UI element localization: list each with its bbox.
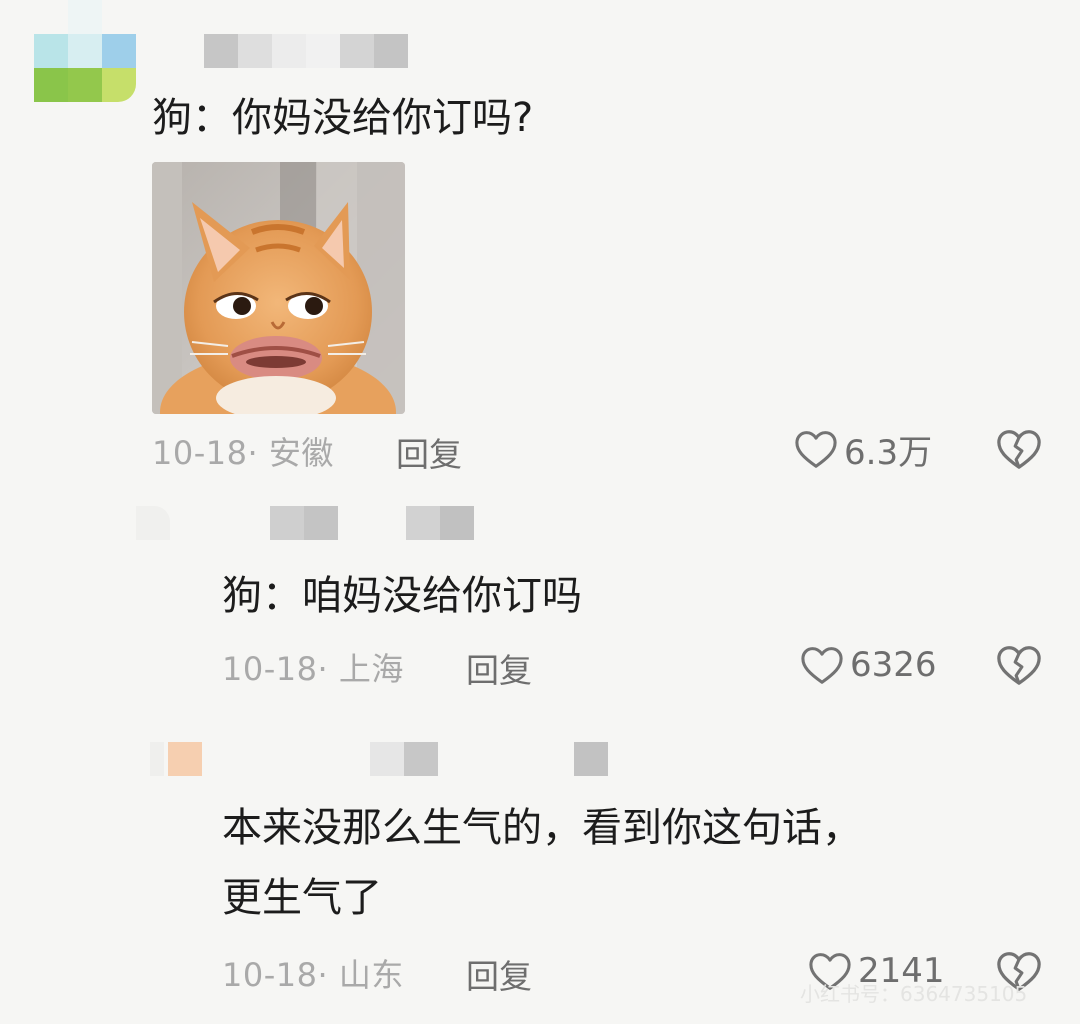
reply-button[interactable]: 回复 <box>466 950 532 998</box>
broken-heart-icon[interactable] <box>996 642 1042 688</box>
like-count: 6.3万 <box>844 432 933 473</box>
username[interactable] <box>204 34 408 68</box>
heart-outline-icon <box>801 647 843 684</box>
reply-button[interactable]: 回复 <box>466 644 532 692</box>
comment-text-line-2: 更生气了 <box>222 875 382 921</box>
avatar[interactable] <box>150 742 202 776</box>
comment-meta: 10-18· 安徽 <box>152 434 334 472</box>
username[interactable] <box>370 742 608 776</box>
heart-outline-icon <box>795 431 837 468</box>
like-button[interactable]: 6.3万 <box>794 426 933 473</box>
avatar[interactable] <box>34 0 136 102</box>
username[interactable] <box>270 506 474 540</box>
cat-sticker-icon <box>152 162 405 414</box>
comment-meta: 10-18· 山东 <box>222 956 404 994</box>
broken-heart-icon[interactable] <box>996 426 1042 472</box>
avatar[interactable] <box>136 506 170 540</box>
comment-text-line-1: 本来没那么生气的，看到你这句话， <box>222 805 862 851</box>
like-button[interactable]: 6326 <box>800 642 937 688</box>
comment-text: 狗：咱妈没给你订吗 <box>222 573 582 619</box>
like-count: 6326 <box>850 645 937 685</box>
comment-meta: 10-18· 上海 <box>222 650 404 688</box>
watermark: 小红书号：6364735105 <box>800 982 1028 1006</box>
reply-button[interactable]: 回复 <box>396 428 462 476</box>
comment-text: 狗：你妈没给你订吗? <box>152 95 534 141</box>
comment-image[interactable] <box>152 162 405 414</box>
